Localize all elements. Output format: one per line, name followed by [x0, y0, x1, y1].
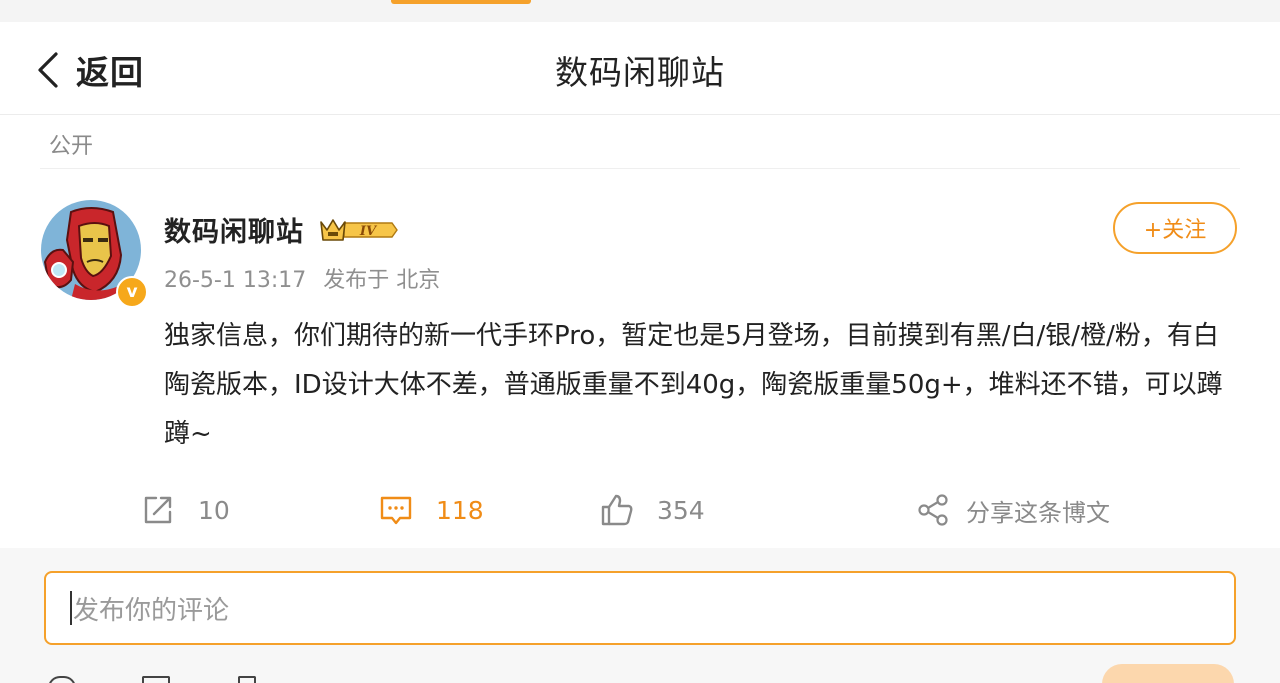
- header-bar: 返回 数码闲聊站: [0, 22, 1280, 115]
- share-label: 分享这条博文: [966, 498, 1110, 527]
- page-title: 数码闲聊站: [555, 53, 725, 92]
- divider: [40, 168, 1240, 169]
- repost-button[interactable]: 10: [140, 484, 230, 536]
- level-text: IV: [359, 224, 378, 239]
- post-detail-page: 返回 数码闲聊站 公开 v 数码闲聊站 IV 26-5-1 13:17 发布于 …: [0, 0, 1280, 683]
- action-bar: 10 118 354 分享这条博文: [0, 484, 1280, 536]
- send-button[interactable]: [1102, 664, 1234, 683]
- image-icon[interactable]: [142, 676, 170, 683]
- comment-button[interactable]: 118: [378, 484, 484, 536]
- post-location: 发布于 北京: [323, 268, 441, 293]
- like-count: 354: [657, 495, 705, 525]
- comment-count: 118: [436, 495, 484, 525]
- text-caret: [70, 591, 72, 625]
- mention-icon[interactable]: [238, 676, 256, 683]
- thumbs-up-icon: [601, 494, 633, 526]
- follow-button[interactable]: +关注: [1113, 202, 1237, 254]
- comment-placeholder: 发布你的评论: [73, 595, 230, 626]
- verified-badge: v: [116, 276, 148, 308]
- comment-icon: [380, 496, 412, 525]
- repost-count: 10: [198, 495, 230, 525]
- crown-level-icon: IV: [320, 219, 398, 241]
- visibility-label: 公开: [49, 134, 94, 159]
- tab-indicator: [391, 0, 531, 4]
- top-tab-strip: [0, 0, 1280, 22]
- repost-icon: [144, 496, 172, 524]
- post-meta: 26-5-1 13:17 发布于 北京: [164, 262, 440, 294]
- post-date: 26-5-1 13:17: [164, 268, 307, 293]
- like-button[interactable]: 354: [599, 484, 705, 536]
- share-button[interactable]: 分享这条博文: [916, 484, 1110, 536]
- comment-input[interactable]: 发布你的评论: [44, 571, 1236, 645]
- share-icon: [918, 494, 948, 526]
- post-body: 独家信息，你们期待的新一代手环Pro，暂定也是5月登场，目前摸到有黑/白/银/橙…: [164, 321, 1223, 449]
- author-name[interactable]: 数码闲聊站: [164, 210, 304, 249]
